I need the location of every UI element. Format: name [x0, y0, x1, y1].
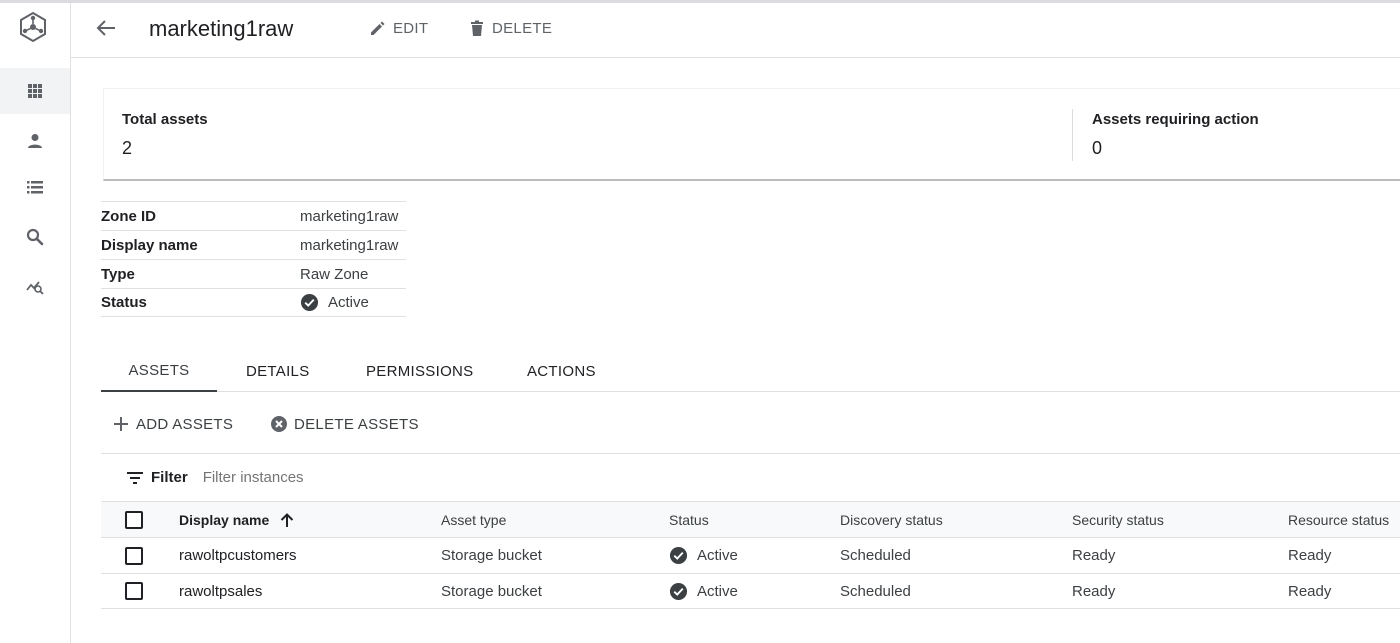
row-checkbox[interactable]	[125, 546, 143, 565]
add-assets-button[interactable]: ADD ASSETS	[112, 412, 233, 436]
nav-person[interactable]	[0, 118, 70, 164]
property-row-type: Type Raw Zone	[101, 259, 406, 288]
zone-properties: Zone ID marketing1raw Display name marke…	[101, 201, 406, 317]
delete-assets-label: DELETE ASSETS	[294, 415, 419, 433]
tab-bar: ASSETS DETAILS PERMISSIONS ACTIONS	[101, 350, 1400, 392]
nav-analytics[interactable]	[0, 263, 70, 309]
asset-type: Storage bucket	[441, 547, 542, 564]
total-assets-value: 2	[122, 138, 133, 158]
column-header-status[interactable]: Status	[669, 502, 709, 537]
cancel-circle-icon	[271, 416, 287, 432]
grid-icon	[28, 84, 42, 98]
asset-status-text: Active	[697, 582, 738, 600]
back-button[interactable]	[93, 15, 119, 41]
property-row-status: Status Active	[101, 288, 406, 317]
tab-actions[interactable]: ACTIONS	[527, 350, 596, 392]
arrow-back-icon	[96, 20, 115, 36]
property-key: Zone ID	[101, 207, 156, 225]
total-assets-metric: Total assets 2	[122, 111, 208, 159]
add-assets-label: ADD ASSETS	[136, 415, 234, 433]
tab-details[interactable]: DETAILS	[246, 350, 310, 392]
plus-icon	[114, 417, 128, 431]
discovery-status: Scheduled	[840, 547, 911, 564]
filter-label: Filter	[151, 469, 188, 486]
left-nav-rail	[0, 3, 71, 643]
select-all-checkbox[interactable]	[125, 510, 143, 529]
delete-label: DELETE	[492, 19, 553, 37]
property-status-value: Active	[300, 293, 369, 312]
filter-bar: Filter	[101, 453, 1400, 501]
property-value: marketing1raw	[300, 207, 399, 225]
table-header-row: Display name Asset type Status Discovery…	[101, 501, 1400, 537]
property-value: marketing1raw	[300, 236, 399, 254]
nav-grid[interactable]	[0, 68, 70, 114]
column-header-security-status[interactable]: Security status	[1072, 502, 1164, 537]
tab-assets[interactable]: ASSETS	[101, 350, 217, 392]
property-value: Raw Zone	[300, 265, 369, 283]
page-header: marketing1raw EDIT DELETE	[71, 3, 1400, 58]
arrow-upward-icon	[281, 512, 294, 527]
security-status: Ready	[1072, 547, 1116, 564]
asset-status: Active	[669, 574, 738, 608]
row-checkbox-cell	[125, 538, 143, 573]
column-header-discovery-status[interactable]: Discovery status	[840, 502, 943, 537]
nav-search[interactable]	[0, 214, 70, 260]
column-header-resource-status[interactable]: Resource status	[1288, 502, 1389, 537]
asset-name[interactable]: rawoltpsales	[179, 574, 262, 608]
delete-button[interactable]: DELETE	[468, 16, 552, 40]
assets-table: Display name Asset type Status Discovery…	[101, 501, 1400, 609]
filter-input[interactable]	[202, 469, 603, 486]
person-icon	[28, 134, 42, 148]
edit-button[interactable]: EDIT	[369, 16, 428, 40]
total-assets-label: Total assets	[122, 111, 208, 128]
check-circle-icon	[300, 293, 319, 312]
security-status: Ready	[1072, 582, 1116, 600]
search-icon	[26, 228, 44, 246]
filter-icon[interactable]	[125, 468, 145, 488]
resource-status: Ready	[1288, 547, 1332, 564]
pencil-icon	[371, 21, 385, 35]
row-checkbox-cell	[125, 574, 143, 608]
discovery-status: Scheduled	[840, 582, 911, 600]
asset-name[interactable]: rawoltpcustomers	[179, 538, 297, 573]
property-key: Status	[101, 294, 147, 311]
property-row-zone-id: Zone ID marketing1raw	[101, 201, 406, 230]
check-circle-icon	[669, 582, 688, 600]
assets-requiring-action-metric: Assets requiring action 0	[1092, 111, 1259, 159]
edit-label: EDIT	[393, 19, 429, 37]
status-text: Active	[328, 294, 369, 311]
assets-requiring-action-value: 0	[1092, 138, 1103, 158]
delete-assets-button[interactable]: DELETE ASSETS	[270, 412, 419, 436]
row-checkbox[interactable]	[125, 582, 143, 600]
property-key: Type	[101, 265, 135, 283]
tab-permissions[interactable]: PERMISSIONS	[366, 350, 474, 392]
product-logo-icon[interactable]	[17, 11, 49, 43]
metric-divider	[1072, 109, 1073, 161]
column-header-display-name[interactable]: Display name	[179, 502, 295, 537]
property-key: Display name	[101, 236, 198, 254]
check-circle-icon	[669, 546, 688, 565]
table-row[interactable]: rawoltpcustomers Storage bucket Active S…	[101, 537, 1400, 573]
trash-icon	[471, 20, 483, 36]
column-header-label: Display name	[179, 511, 270, 528]
asset-status-text: Active	[697, 547, 738, 564]
resource-status: Ready	[1288, 582, 1332, 600]
assets-requiring-action-label: Assets requiring action	[1092, 111, 1259, 128]
nav-list[interactable]	[0, 165, 70, 211]
page-title: marketing1raw	[149, 16, 294, 41]
analytics-search-icon	[26, 281, 44, 295]
list-icon	[27, 181, 43, 194]
select-all-checkbox-cell	[125, 502, 143, 537]
column-header-asset-type[interactable]: Asset type	[441, 502, 506, 537]
asset-status: Active	[669, 538, 738, 573]
summary-card: Total assets 2 Assets requiring action 0	[103, 88, 1400, 181]
asset-type: Storage bucket	[441, 582, 542, 600]
table-row[interactable]: rawoltpsales Storage bucket Active Sched…	[101, 573, 1400, 609]
property-row-display-name: Display name marketing1raw	[101, 230, 406, 259]
